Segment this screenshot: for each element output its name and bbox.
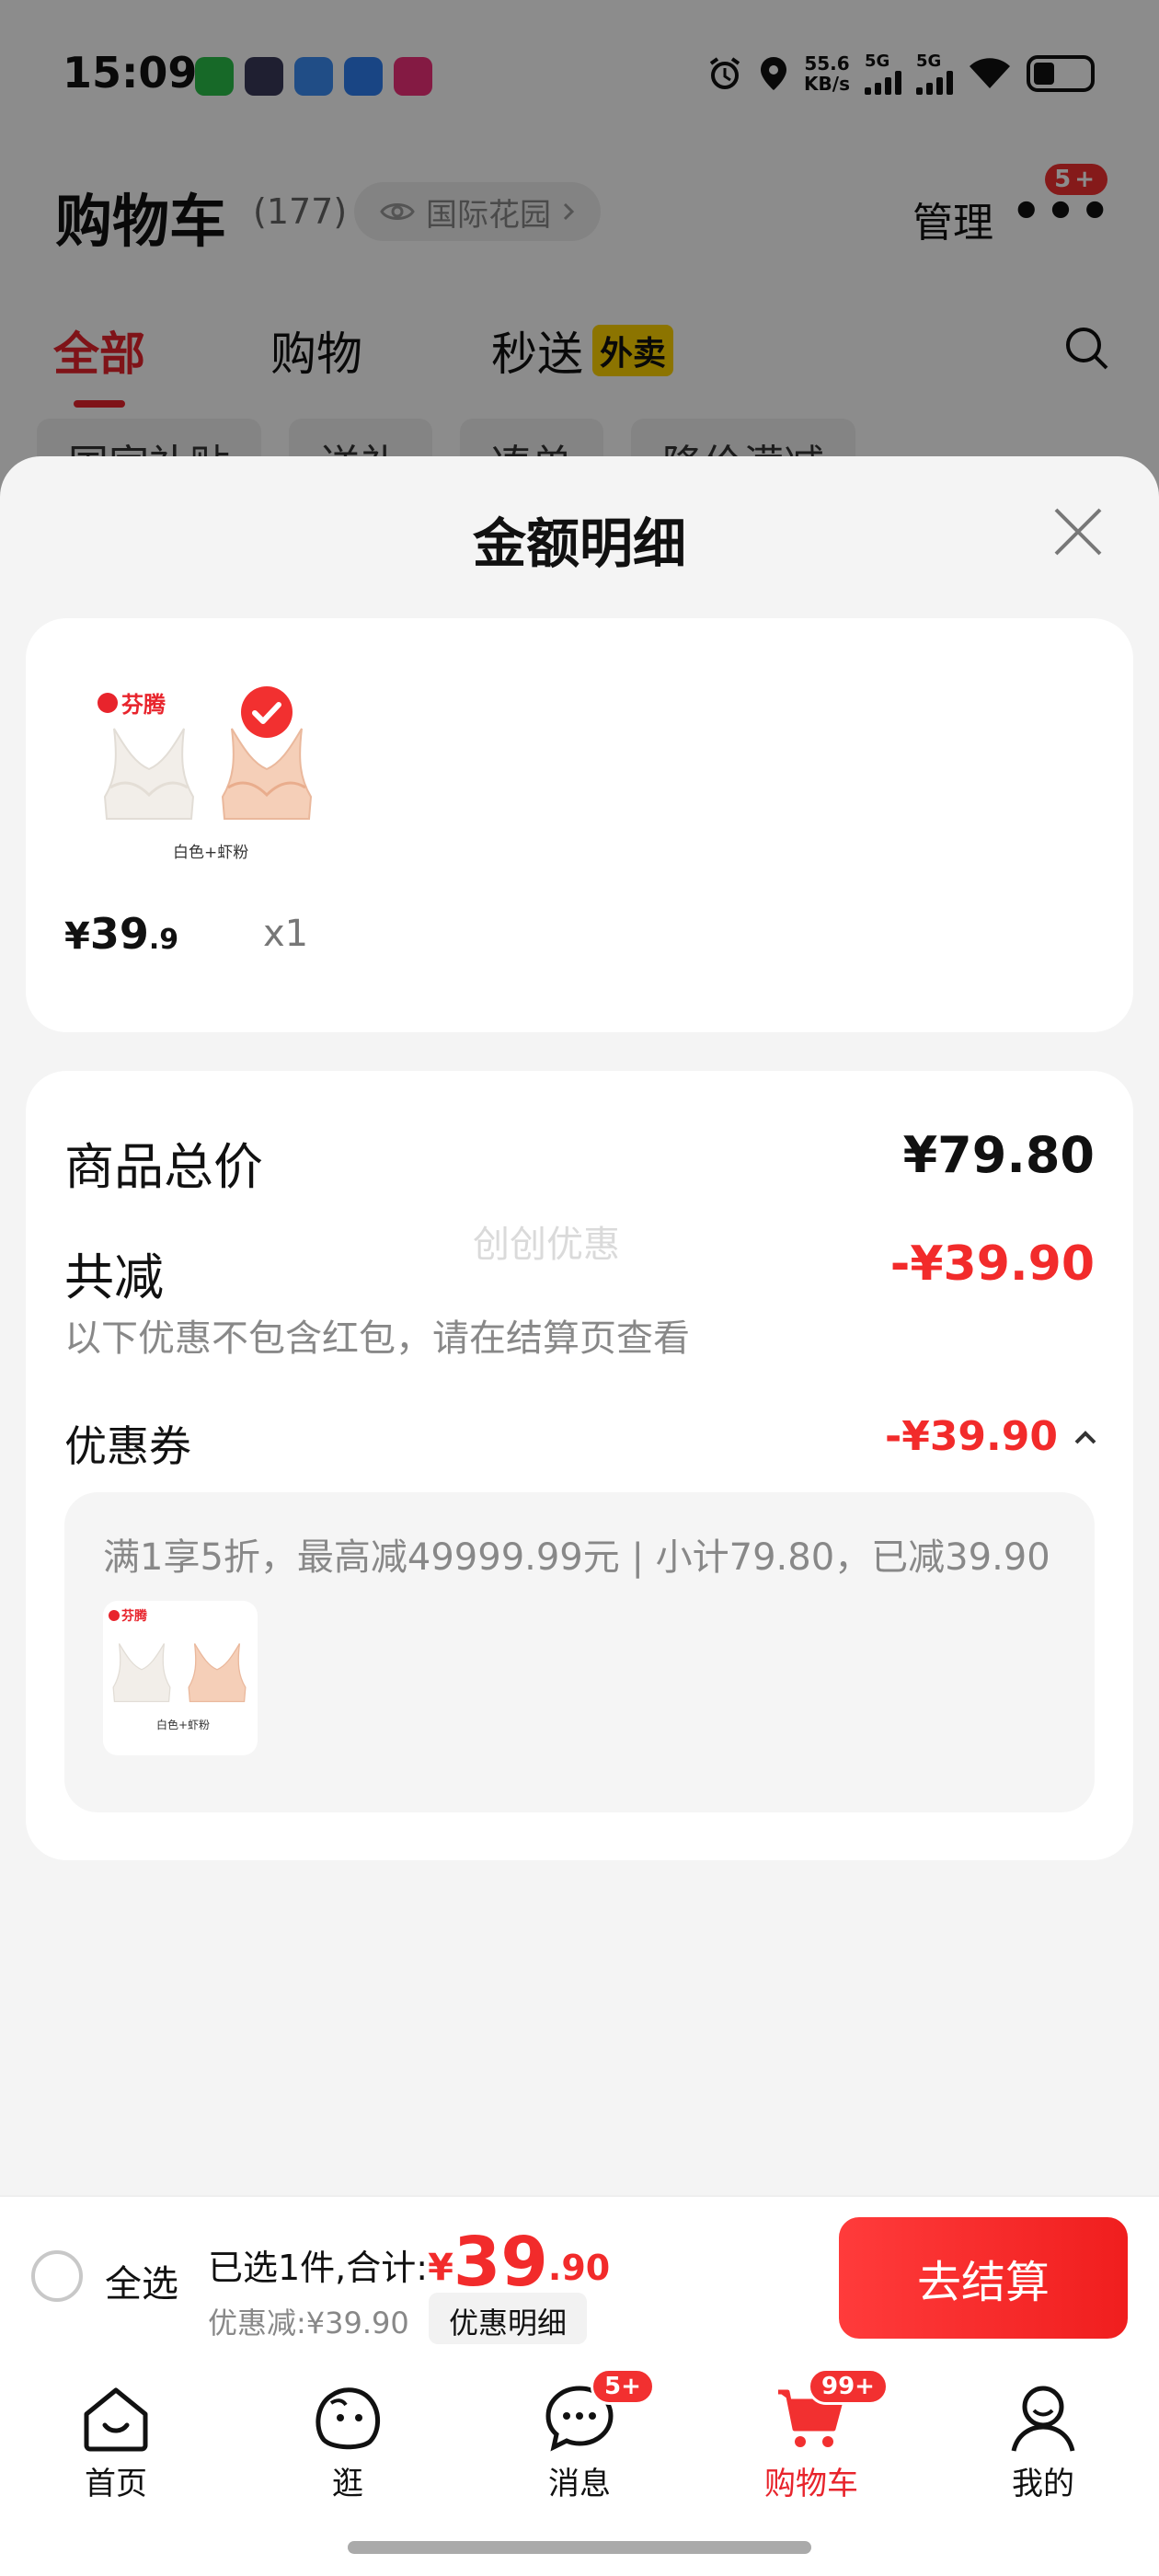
price-breakdown-card: 创创优惠 商品总价 ¥79.80 共减 -¥39.90 以下优惠不包含红包，请在… — [26, 1071, 1133, 1860]
brand-logo: 芬腾 — [109, 1606, 147, 1625]
selection-summary: 已选1件,合计:¥39.90 — [208, 2223, 611, 2302]
nav-label: 首页 — [85, 2466, 147, 2502]
checkout-button[interactable]: 去结算 — [839, 2217, 1128, 2339]
coupon-product-image: 芬腾 白色+虾粉 — [103, 1601, 258, 1755]
nav-label: 逛 — [332, 2466, 363, 2502]
home-icon — [84, 2387, 148, 2452]
nav-browse[interactable]: 逛 — [256, 2374, 440, 2512]
product-price: ¥39.9 — [64, 909, 179, 959]
browse-icon — [316, 2387, 380, 2450]
nav-label: 消息 — [548, 2466, 611, 2502]
product-variant: 白色+虾粉 — [156, 1719, 211, 1731]
product-quantity: x1 — [263, 913, 309, 955]
discount-note: 以下优惠不包含红包，请在结算页查看 — [64, 1317, 690, 1360]
nav-label: 购物车 — [764, 2466, 858, 2502]
discount-label: 共减 — [64, 1248, 164, 1306]
total-label: 商品总价 — [64, 1138, 263, 1196]
total-value: ¥79.80 — [902, 1126, 1095, 1184]
cart-badge: 99+ — [808, 2368, 889, 2405]
home-indicator[interactable] — [348, 2541, 811, 2554]
coupon-label: 优惠券 — [64, 1421, 191, 1471]
nav-label: 我的 — [1012, 2466, 1074, 2502]
discount-detail-button[interactable]: 优惠明细 — [429, 2293, 588, 2344]
nav-profile[interactable]: 我的 — [951, 2374, 1135, 2512]
checkout-bar: 全选 已选1件,合计:¥39.90 优惠减:¥39.90 优惠明细 去结算 — [0, 2195, 1159, 2357]
watermark: 创创优惠 — [473, 1224, 620, 1266]
select-all-checkbox[interactable] — [31, 2250, 83, 2302]
sheet-title: 金额明细 — [472, 512, 686, 575]
product-card: 芬腾 白色+虾粉 ¥39.9 x1 — [26, 618, 1133, 1032]
nav-cart[interactable]: 购物车 99+ — [719, 2368, 903, 2512]
discount-summary: 优惠减:¥39.90 — [208, 2306, 409, 2340]
product-white-image — [103, 728, 195, 820]
nav-messages[interactable]: 消息 5+ — [488, 2368, 671, 2512]
modal-overlay[interactable] — [0, 0, 1159, 515]
coupon-description: 满1享5折，最高减49999.99元 | 小计79.80，已减39.90 — [103, 1536, 1050, 1579]
brand-logo: 芬腾 — [98, 686, 166, 719]
product-pink-image — [188, 1643, 247, 1703]
coupon-value: -¥39.90 — [884, 1413, 1058, 1460]
close-icon[interactable] — [1050, 504, 1106, 559]
product-white-image — [112, 1643, 171, 1703]
messages-badge: 5+ — [591, 2368, 655, 2405]
selected-check-icon[interactable] — [239, 684, 294, 740]
profile-icon — [1011, 2386, 1075, 2452]
product-variant: 白色+虾粉 — [173, 844, 249, 862]
discount-value: -¥39.90 — [889, 1236, 1095, 1292]
coupon-detail-box: 满1享5折，最高减49999.99元 | 小计79.80，已减39.90 芬腾 … — [64, 1492, 1095, 1812]
select-all-label[interactable]: 全选 — [105, 2254, 178, 2307]
nav-home[interactable]: 首页 — [24, 2374, 208, 2512]
chevron-up-icon[interactable] — [1073, 1428, 1098, 1446]
